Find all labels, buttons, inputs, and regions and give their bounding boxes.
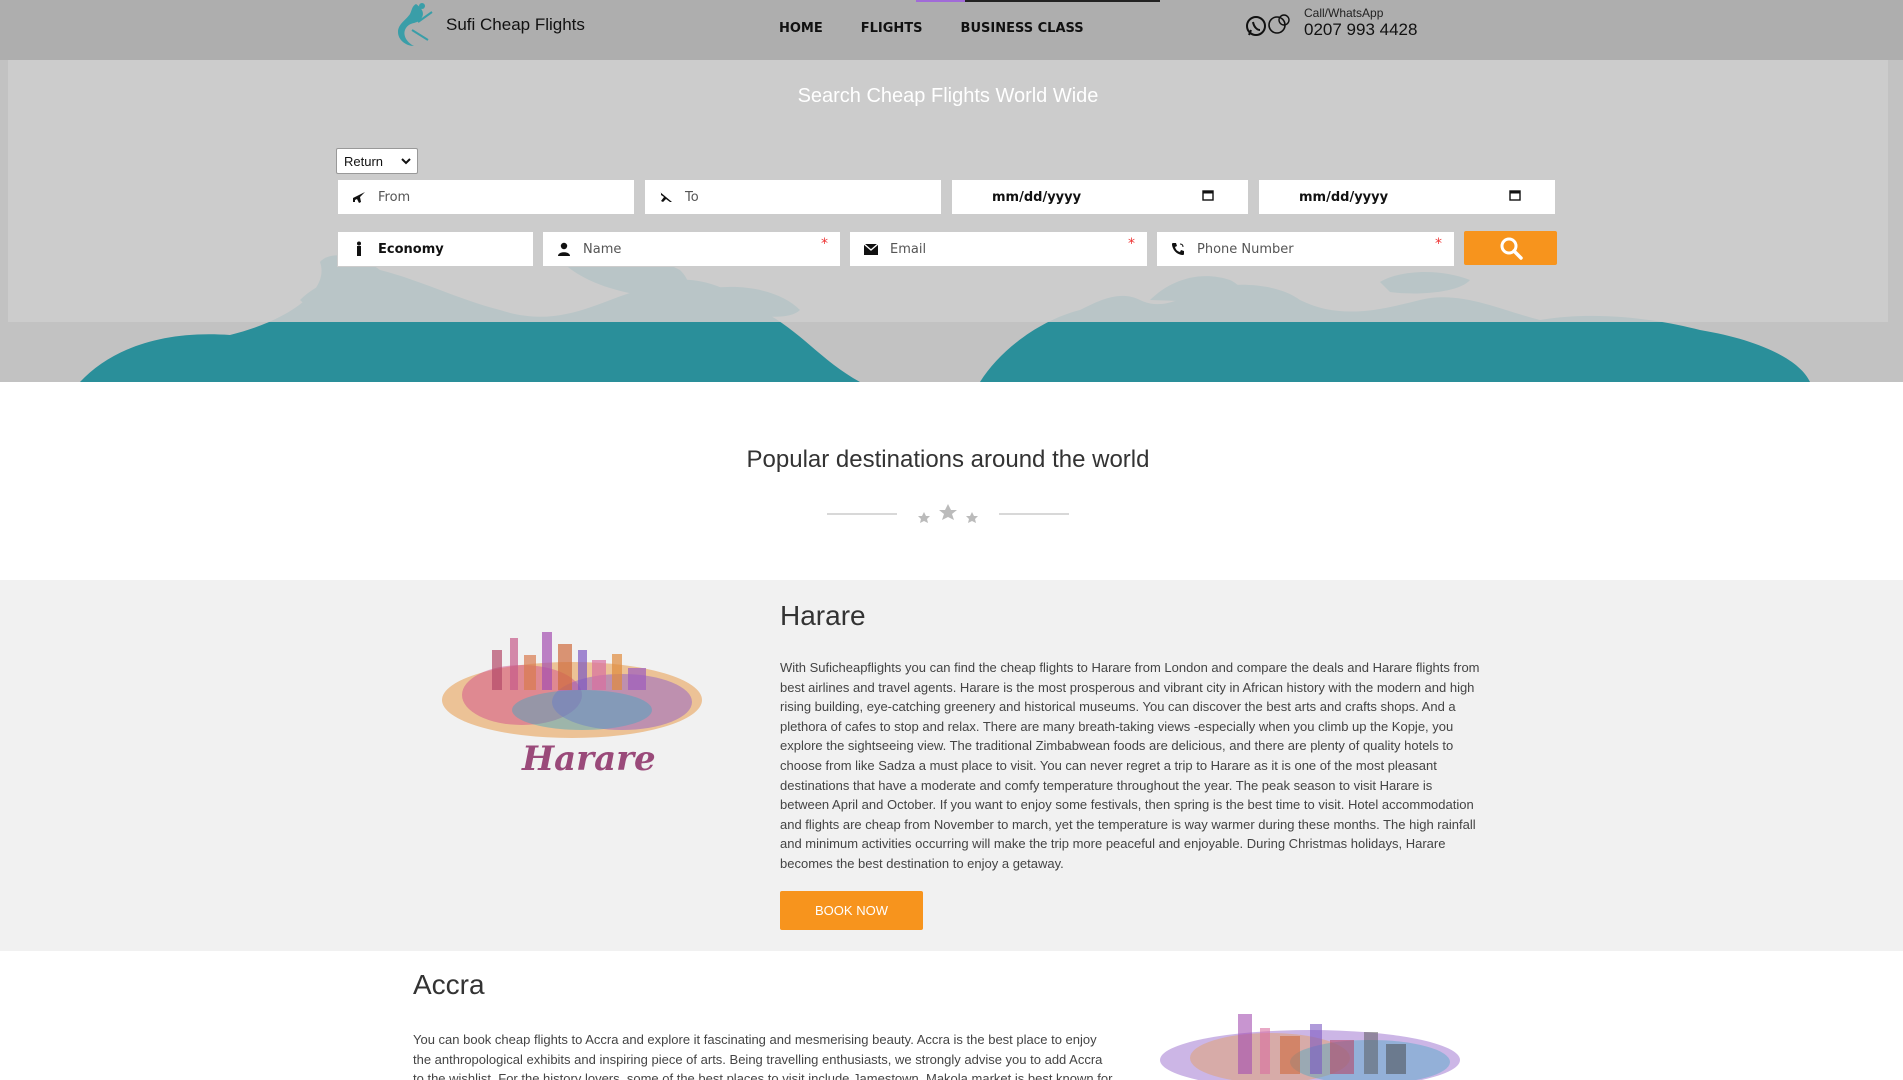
required-mark: * [1435,236,1442,252]
depart-date-value: mm/dd/yyyy [992,189,1082,205]
stars-divider [827,504,1069,523]
trip-type-select[interactable]: Return [336,148,418,174]
dancer-logo-icon [398,3,433,46]
star-icon [939,504,957,520]
person-standing-icon [348,241,370,257]
main-nav: HOME FLIGHTS BUSINESS CLASS [760,0,1160,40]
return-date-value: mm/dd/yyyy [1299,189,1389,205]
plane-arrival-icon [655,190,677,204]
required-mark: * [1128,236,1135,252]
accra-skyline-image [1160,1014,1460,1080]
from-field[interactable]: From [337,179,635,215]
destination-description: With Suficheapflights you can find the c… [780,660,1480,871]
cabin-class-value: Economy [378,241,444,257]
destination-description: You can book cheap flights to Accra and … [413,1032,1113,1080]
search-icon [1500,237,1523,260]
trip-type-value: Return [344,153,384,169]
popular-title: Popular destinations around the world [746,446,1150,473]
to-placeholder: To [685,189,699,205]
book-now-button[interactable]: BOOK NOW [780,891,923,930]
destination-title: Harare [780,600,866,631]
logo-text: Sufi Cheap Flights [446,15,585,34]
nav-home[interactable]: HOME [760,0,842,40]
name-field[interactable]: Name * [542,231,841,267]
to-field[interactable]: To [644,179,942,215]
email-placeholder: Email [890,241,927,257]
destination-title: Accra [413,969,485,1000]
calendar-icon[interactable] [1202,189,1214,205]
nav-business-class[interactable]: BUSINESS CLASS [942,0,1103,40]
contact-label: Call/WhatsApp [1304,6,1384,20]
harare-skyline-image: Harare [442,632,702,779]
plane-departure-icon [348,190,370,204]
search-panel: Search Cheap Flights World Wide [8,60,1888,322]
nav-flights[interactable]: FLIGHTS [842,0,1160,40]
harare-image-caption: Harare [521,739,656,779]
star-icon [918,512,930,523]
phone-icon [1167,242,1189,256]
contact-phone[interactable]: 0207 993 4428 [1304,20,1417,40]
phone-field[interactable]: Phone Number * [1156,231,1455,267]
phone-placeholder: Phone Number [1197,241,1294,257]
user-icon [553,242,575,256]
destination-harare: Harare Harare With Suficheapflights you … [0,580,1903,951]
calendar-icon[interactable] [1509,189,1521,205]
depart-date-field[interactable]: mm/dd/yyyy [951,179,1249,215]
return-date-field[interactable]: mm/dd/yyyy [1258,179,1556,215]
name-placeholder: Name [583,241,622,257]
star-icon [966,512,978,523]
site-logo[interactable]: Sufi Cheap Flights [392,0,585,50]
search-button[interactable] [1464,231,1557,265]
email-field[interactable]: Email * [849,231,1148,267]
envelope-icon [860,243,882,255]
from-placeholder: From [378,189,411,205]
top-bar: Sufi Cheap Flights HOME FLIGHTS BUSINESS… [0,0,1903,60]
cabin-class-field[interactable]: Economy [337,231,534,267]
search-title: Search Cheap Flights World Wide [797,85,1099,107]
hero-section: Sufi Cheap Flights HOME FLIGHTS BUSINESS… [0,0,1903,382]
chevron-down-icon [401,154,411,171]
contact-block: Call/WhatsApp 0207 993 4428 [1244,6,1417,40]
whatsapp-call-icon [1246,14,1290,36]
required-mark: * [821,236,828,252]
